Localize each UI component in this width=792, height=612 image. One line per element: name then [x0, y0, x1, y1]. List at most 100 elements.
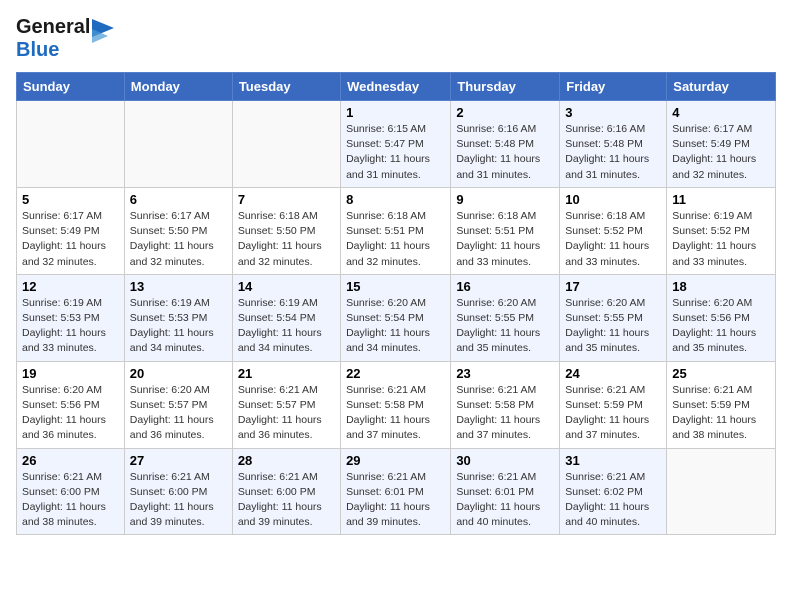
day-number: 18 — [672, 279, 770, 294]
calendar-cell — [667, 448, 776, 535]
day-number: 26 — [22, 453, 119, 468]
day-number: 1 — [346, 105, 445, 120]
day-info: Sunrise: 6:20 AM Sunset: 5:56 PM Dayligh… — [22, 383, 119, 444]
calendar-cell: 8 Sunrise: 6:18 AM Sunset: 5:51 PM Daylig… — [341, 187, 451, 274]
calendar-cell: 12Sunrise: 6:19 AM Sunset: 5:53 PM Dayli… — [17, 274, 125, 361]
day-info: Sunrise: 6:21 AM Sunset: 6:01 PM Dayligh… — [346, 470, 445, 531]
day-number: 15 — [346, 279, 445, 294]
day-info: Sunrise: 6:17 AM Sunset: 5:49 PM Dayligh… — [22, 209, 119, 270]
day-number: 13 — [130, 279, 227, 294]
calendar-cell: 28 Sunrise: 6:21 AM Sunset: 6:00 PM Dayli… — [232, 448, 340, 535]
day-info: Sunrise: 6:21 AM Sunset: 6:01 PM Dayligh… — [456, 470, 554, 531]
calendar-cell: 7Sunrise: 6:18 AM Sunset: 5:50 PM Daylig… — [232, 187, 340, 274]
calendar-cell: 24 Sunrise: 6:21 AM Sunset: 5:59 PM Dayli… — [560, 361, 667, 448]
week-row-4: 19Sunrise: 6:20 AM Sunset: 5:56 PM Dayli… — [17, 361, 776, 448]
calendar-table: SundayMondayTuesdayWednesdayThursdayFrid… — [16, 72, 776, 535]
calendar-cell: 11 Sunrise: 6:19 AM Sunset: 5:52 PM Dayli… — [667, 187, 776, 274]
day-number: 16 — [456, 279, 554, 294]
day-info: Sunrise: 6:18 AM Sunset: 5:51 PM Dayligh… — [346, 209, 445, 270]
day-info: Sunrise: 6:18 AM Sunset: 5:51 PM Dayligh… — [456, 209, 554, 270]
day-number: 11 — [672, 192, 770, 207]
day-number: 2 — [456, 105, 554, 120]
weekday-header-saturday: Saturday — [667, 73, 776, 101]
calendar-cell: 19Sunrise: 6:20 AM Sunset: 5:56 PM Dayli… — [17, 361, 125, 448]
calendar-cell: 13 Sunrise: 6:19 AM Sunset: 5:53 PM Dayli… — [124, 274, 232, 361]
calendar-cell: 29 Sunrise: 6:21 AM Sunset: 6:01 PM Dayli… — [341, 448, 451, 535]
day-number: 31 — [565, 453, 661, 468]
calendar-cell: 21 Sunrise: 6:21 AM Sunset: 5:57 PM Dayli… — [232, 361, 340, 448]
day-number: 23 — [456, 366, 554, 381]
day-number: 25 — [672, 366, 770, 381]
weekday-header-row: SundayMondayTuesdayWednesdayThursdayFrid… — [17, 73, 776, 101]
weekday-header-wednesday: Wednesday — [341, 73, 451, 101]
logo-general: General — [16, 16, 90, 39]
day-info: Sunrise: 6:21 AM Sunset: 5:58 PM Dayligh… — [346, 383, 445, 444]
weekday-header-monday: Monday — [124, 73, 232, 101]
calendar-cell: 18 Sunrise: 6:20 AM Sunset: 5:56 PM Dayli… — [667, 274, 776, 361]
day-number: 29 — [346, 453, 445, 468]
calendar-cell: 10 Sunrise: 6:18 AM Sunset: 5:52 PM Dayli… — [560, 187, 667, 274]
calendar-cell: 6Sunrise: 6:17 AM Sunset: 5:50 PM Daylig… — [124, 187, 232, 274]
day-info: Sunrise: 6:19 AM Sunset: 5:52 PM Dayligh… — [672, 209, 770, 270]
calendar-cell: 14Sunrise: 6:19 AM Sunset: 5:54 PM Dayli… — [232, 274, 340, 361]
calendar-cell: 25 Sunrise: 6:21 AM Sunset: 5:59 PM Dayli… — [667, 361, 776, 448]
day-info: Sunrise: 6:18 AM Sunset: 5:50 PM Dayligh… — [238, 209, 335, 270]
page-header: General Blue — [16, 16, 776, 62]
day-number: 21 — [238, 366, 335, 381]
logo-text: General Blue — [16, 16, 90, 62]
day-number: 20 — [130, 366, 227, 381]
day-number: 24 — [565, 366, 661, 381]
day-number: 30 — [456, 453, 554, 468]
day-info: Sunrise: 6:17 AM Sunset: 5:49 PM Dayligh… — [672, 122, 770, 183]
day-info: Sunrise: 6:20 AM Sunset: 5:56 PM Dayligh… — [672, 296, 770, 357]
calendar-cell: 27Sunrise: 6:21 AM Sunset: 6:00 PM Dayli… — [124, 448, 232, 535]
day-info: Sunrise: 6:20 AM Sunset: 5:54 PM Dayligh… — [346, 296, 445, 357]
weekday-header-friday: Friday — [560, 73, 667, 101]
week-row-2: 5Sunrise: 6:17 AM Sunset: 5:49 PM Daylig… — [17, 187, 776, 274]
day-info: Sunrise: 6:21 AM Sunset: 5:59 PM Dayligh… — [672, 383, 770, 444]
day-number: 8 — [346, 192, 445, 207]
calendar-cell: 5Sunrise: 6:17 AM Sunset: 5:49 PM Daylig… — [17, 187, 125, 274]
logo: General Blue — [16, 16, 114, 62]
day-number: 6 — [130, 192, 227, 207]
day-info: Sunrise: 6:16 AM Sunset: 5:48 PM Dayligh… — [565, 122, 661, 183]
calendar-cell: 4 Sunrise: 6:17 AM Sunset: 5:49 PM Daylig… — [667, 101, 776, 188]
week-row-1: 1 Sunrise: 6:15 AM Sunset: 5:47 PM Daylig… — [17, 101, 776, 188]
day-number: 22 — [346, 366, 445, 381]
calendar-cell: 17Sunrise: 6:20 AM Sunset: 5:55 PM Dayli… — [560, 274, 667, 361]
day-number: 4 — [672, 105, 770, 120]
day-number: 12 — [22, 279, 119, 294]
day-info: Sunrise: 6:20 AM Sunset: 5:55 PM Dayligh… — [456, 296, 554, 357]
weekday-header-thursday: Thursday — [451, 73, 560, 101]
calendar-cell: 23 Sunrise: 6:21 AM Sunset: 5:58 PM Dayli… — [451, 361, 560, 448]
calendar-cell: 30 Sunrise: 6:21 AM Sunset: 6:01 PM Dayli… — [451, 448, 560, 535]
logo-container: General Blue — [16, 16, 114, 62]
calendar-cell: 2 Sunrise: 6:16 AM Sunset: 5:48 PM Daylig… — [451, 101, 560, 188]
calendar-cell: 16 Sunrise: 6:20 AM Sunset: 5:55 PM Dayli… — [451, 274, 560, 361]
calendar-cell: 15 Sunrise: 6:20 AM Sunset: 5:54 PM Dayli… — [341, 274, 451, 361]
day-info: Sunrise: 6:21 AM Sunset: 5:58 PM Dayligh… — [456, 383, 554, 444]
logo-flag-icon — [92, 19, 114, 55]
day-info: Sunrise: 6:20 AM Sunset: 5:57 PM Dayligh… — [130, 383, 227, 444]
day-info: Sunrise: 6:21 AM Sunset: 6:00 PM Dayligh… — [238, 470, 335, 531]
day-info: Sunrise: 6:21 AM Sunset: 6:02 PM Dayligh… — [565, 470, 661, 531]
day-info: Sunrise: 6:19 AM Sunset: 5:54 PM Dayligh… — [238, 296, 335, 357]
day-info: Sunrise: 6:21 AM Sunset: 6:00 PM Dayligh… — [130, 470, 227, 531]
day-info: Sunrise: 6:21 AM Sunset: 5:59 PM Dayligh… — [565, 383, 661, 444]
day-number: 10 — [565, 192, 661, 207]
calendar-cell — [124, 101, 232, 188]
day-info: Sunrise: 6:16 AM Sunset: 5:48 PM Dayligh… — [456, 122, 554, 183]
calendar-cell: 22 Sunrise: 6:21 AM Sunset: 5:58 PM Dayli… — [341, 361, 451, 448]
calendar-cell: 26Sunrise: 6:21 AM Sunset: 6:00 PM Dayli… — [17, 448, 125, 535]
calendar-cell: 31 Sunrise: 6:21 AM Sunset: 6:02 PM Dayli… — [560, 448, 667, 535]
day-info: Sunrise: 6:19 AM Sunset: 5:53 PM Dayligh… — [130, 296, 227, 357]
calendar-cell — [232, 101, 340, 188]
logo-blue: Blue — [16, 39, 90, 62]
week-row-5: 26 Sunrise: 6:21 AM Sunset: 6:00 PM Dayli… — [17, 448, 776, 535]
weekday-header-sunday: Sunday — [17, 73, 125, 101]
day-info: Sunrise: 6:18 AM Sunset: 5:52 PM Dayligh… — [565, 209, 661, 270]
day-info: Sunrise: 6:21 AM Sunset: 5:57 PM Dayligh… — [238, 383, 335, 444]
day-number: 28 — [238, 453, 335, 468]
day-number: 3 — [565, 105, 661, 120]
day-info: Sunrise: 6:15 AM Sunset: 5:47 PM Dayligh… — [346, 122, 445, 183]
